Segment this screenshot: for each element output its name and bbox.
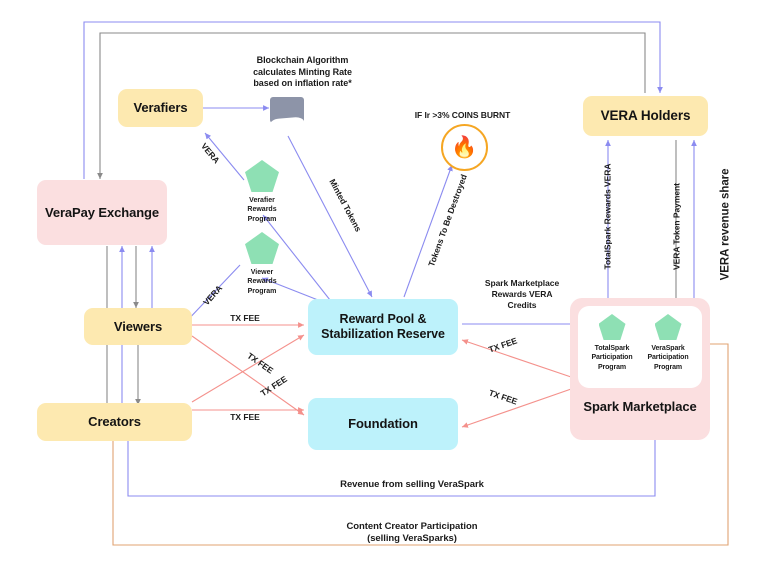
program-label: Viewer Rewards Program xyxy=(247,269,277,295)
label-vera-token-payment: VERA Token Payment xyxy=(671,183,682,271)
label-tx-fee-spark-foundation: TX FEE xyxy=(487,387,519,407)
program-label: VeraSpark Participation Program xyxy=(647,345,689,371)
program-veraspark-participation[interactable]: VeraSpark Participation Program xyxy=(642,314,694,372)
label-spark-marketplace-rewards: Spark Marketplace Rewards VERA Credits xyxy=(484,278,560,311)
pentagon-icon xyxy=(245,232,279,264)
label-totalspark-rewards-vera: TotalSpark Rewards VERA xyxy=(602,163,613,270)
edge-algorithm-to-rewardpool xyxy=(287,135,373,298)
label-vera-viewer: VERA xyxy=(201,283,225,308)
label-tx-fee-creators-foundation: TX FEE xyxy=(230,412,260,422)
edge-creators-to-rewardpool-txfee xyxy=(191,334,305,403)
diagram-canvas: Verafiers VeraPay Exchange Viewers Creat… xyxy=(0,0,768,563)
node-vera-holders[interactable]: VERA Holders xyxy=(583,96,708,136)
program-label: TotalSpark Participation Program xyxy=(591,345,633,371)
label-vera-verafier: VERA xyxy=(199,140,222,166)
label-tokens-destroyed: Tokens To Be Destroyed xyxy=(426,172,469,268)
fire-glyph: 🔥 xyxy=(451,136,478,159)
spark-programs-panel: TotalSpark Participation Program VeraSpa… xyxy=(578,306,702,388)
label-content-creator-participation: Content Creator Participation (selling V… xyxy=(346,521,478,545)
pentagon-icon xyxy=(654,314,682,340)
node-verafiers[interactable]: Verafiers xyxy=(118,89,203,127)
label-tx-fee-viewers-rewardpool: TX FEE xyxy=(230,313,260,323)
program-totalspark-participation[interactable]: TotalSpark Participation Program xyxy=(586,314,638,372)
node-spark-marketplace[interactable]: TotalSpark Participation Program VeraSpa… xyxy=(570,298,710,440)
label-vera-revenue-share: VERA revenue share xyxy=(719,168,732,281)
node-foundation[interactable]: Foundation xyxy=(308,398,458,450)
label-blockchain-algorithm: Blockchain Algorithm calculates Minting … xyxy=(253,55,352,89)
blockchain-flag-icon xyxy=(270,97,304,123)
label-minted-tokens: Minted Tokens xyxy=(327,177,364,234)
spark-marketplace-title: Spark Marketplace xyxy=(583,399,697,414)
label-tx-fee-spark-rewardpool: TX FEE xyxy=(487,335,519,355)
node-viewers[interactable]: Viewers xyxy=(84,308,192,345)
pentagon-icon xyxy=(598,314,626,340)
label-revenue-from-veraspark: Revenue from selling VeraSpark xyxy=(340,479,484,490)
program-viewer-rewards[interactable]: Viewer Rewards Program xyxy=(231,232,293,296)
node-verapay-exchange[interactable]: VeraPay Exchange xyxy=(37,180,167,245)
program-label: Verafier Rewards Program xyxy=(247,197,277,223)
node-reward-pool[interactable]: Reward Pool & Stabilization Reserve xyxy=(308,299,458,355)
program-verafier-rewards[interactable]: Verafier Rewards Program xyxy=(231,160,293,224)
node-creators[interactable]: Creators xyxy=(37,403,192,441)
pentagon-icon xyxy=(245,160,279,192)
label-coins-burnt: IF Ir >3% COINS BURNT xyxy=(414,110,511,120)
